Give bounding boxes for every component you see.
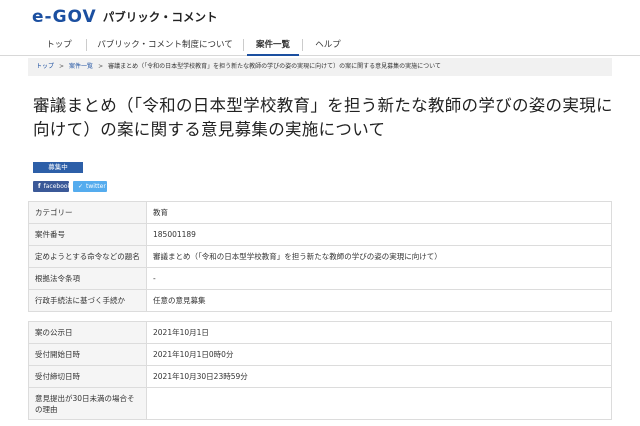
- nav-item-help[interactable]: ヘルプ: [306, 34, 350, 56]
- table-row: 受付開始日時 2021年10月1日0時0分: [28, 343, 612, 366]
- table-row: カテゴリー 教育: [28, 201, 612, 224]
- main-nav: トップ パブリック・コメント制度について 案件一覧 ヘルプ: [0, 34, 640, 56]
- twitter-label: twitter: [86, 183, 106, 190]
- row-value: 審議まとめ（「令和の日本型学校教育」を担う新たな教師の学びの姿の実現に向けて）: [146, 245, 612, 268]
- nav-item-system[interactable]: パブリック・コメント制度について: [90, 34, 240, 56]
- row-label: 受付締切日時: [28, 365, 147, 388]
- twitter-share-button[interactable]: ✓ twitter: [73, 181, 107, 192]
- table-row: 案の公示日 2021年10月1日: [28, 321, 612, 344]
- site-header: e-GOV パブリック・コメント: [0, 0, 640, 34]
- table-row: 行政手続法に基づく手続か 任意の意見募集: [28, 289, 612, 312]
- row-value: 任意の意見募集: [146, 289, 612, 312]
- row-value: 2021年10月30日23時59分: [146, 365, 612, 388]
- logo-mark: e-GOV: [32, 7, 97, 27]
- row-label: 案の公示日: [28, 321, 147, 344]
- breadcrumb-separator: >: [98, 63, 104, 70]
- row-value: 185001189: [146, 223, 612, 246]
- table-row: 受付締切日時 2021年10月30日23時59分: [28, 365, 612, 388]
- row-label: 案件番号: [28, 223, 147, 246]
- facebook-label: facebook: [43, 183, 72, 190]
- breadcrumb: トップ > 案件一覧 > 審議まとめ（「令和の日本型学校教育」を担う新たな教師の学びの姿…: [28, 58, 612, 76]
- nav-divider: [302, 39, 303, 51]
- nav-divider: [243, 39, 244, 51]
- breadcrumb-link-cases[interactable]: 案件一覧: [69, 63, 93, 70]
- nav-divider: [86, 39, 87, 51]
- row-label: 受付開始日時: [28, 343, 147, 366]
- table-row: 根拠法令条項 -: [28, 267, 612, 290]
- nav-item-cases[interactable]: 案件一覧: [247, 34, 299, 56]
- row-value: 2021年10月1日: [146, 321, 612, 344]
- logo-subtitle: パブリック・コメント: [102, 10, 218, 24]
- table-row: 意見提出が30日未満の場合その理由: [28, 387, 612, 420]
- breadcrumb-current: 審議まとめ（「令和の日本型学校教育」を担う新たな教師の学びの姿の実現に向けて）の…: [108, 63, 441, 70]
- details-table-dates: 案の公示日 2021年10月1日 受付開始日時 2021年10月1日0時0分 受…: [28, 321, 612, 420]
- breadcrumb-link-top[interactable]: トップ: [36, 63, 54, 70]
- nav-item-top[interactable]: トップ: [34, 34, 84, 56]
- row-label: 根拠法令条項: [28, 267, 147, 290]
- facebook-share-button[interactable]: f facebook: [33, 181, 72, 192]
- facebook-icon: f: [38, 183, 41, 190]
- page-title: 審議まとめ（「令和の日本型学校教育」を担う新たな教師の学びの姿の実現に向けて）の…: [33, 96, 613, 139]
- row-label: 定めようとする命令などの題名: [28, 245, 147, 268]
- details-table-basic: カテゴリー 教育 案件番号 185001189 定めようとする命令などの題名 審…: [28, 201, 612, 312]
- row-value: 教育: [146, 201, 612, 224]
- egov-logo[interactable]: e-GOV パブリック・コメント: [32, 7, 217, 27]
- row-label: 行政手続法に基づく手続か: [28, 289, 147, 312]
- row-value: -: [146, 267, 612, 290]
- table-row: 定めようとする命令などの題名 審議まとめ（「令和の日本型学校教育」を担う新たな教…: [28, 245, 612, 268]
- status-badge: 募集中: [33, 162, 83, 173]
- row-value: 2021年10月1日0時0分: [146, 343, 612, 366]
- table-row: 案件番号 185001189: [28, 223, 612, 246]
- row-label: 意見提出が30日未満の場合その理由: [28, 387, 147, 420]
- row-value: [146, 387, 612, 420]
- breadcrumb-separator: >: [59, 63, 65, 70]
- row-label: カテゴリー: [28, 201, 147, 224]
- twitter-icon: ✓: [78, 183, 84, 190]
